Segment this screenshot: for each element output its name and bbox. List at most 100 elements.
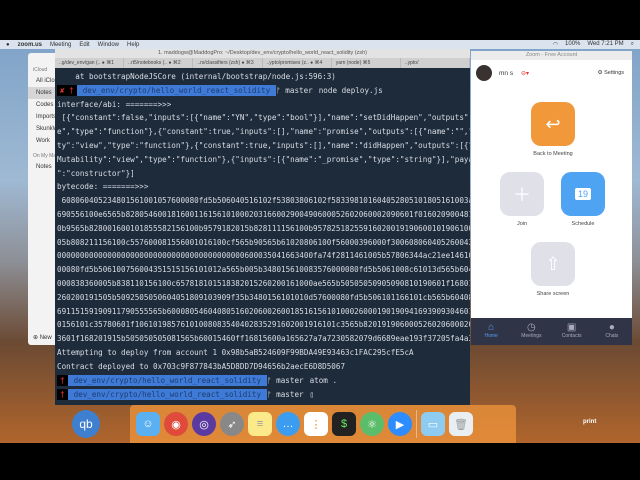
clock[interactable]: Wed 7:21 PM <box>587 41 623 48</box>
prompt-command: node deploy.js <box>318 86 383 96</box>
schedule-label: Schedule <box>571 221 595 227</box>
trash-icon[interactable]: 🗑 <box>449 412 473 436</box>
new-folder-label: New <box>39 335 52 341</box>
home-icon: ⌂ <box>488 322 495 333</box>
spotlight-icon[interactable]: ⌕ <box>631 41 634 48</box>
chrome-icon[interactable]: ◉ <box>164 412 188 436</box>
terminal-line: 3601f168201915b505050505081565b60015460f… <box>57 334 470 344</box>
terminal-line: [{"constant":false,"inputs":[{"name":"YN… <box>61 113 470 123</box>
settings-label: Settings <box>604 70 624 76</box>
menu-meeting[interactable]: Meeting <box>50 42 71 48</box>
menu-window[interactable]: Window <box>98 42 119 48</box>
desktop-file-print[interactable]: print <box>583 419 596 425</box>
menu-app-name[interactable]: zoom.us <box>18 42 42 48</box>
back-to-meeting-button[interactable]: ↩ <box>531 102 575 146</box>
prompt-command: ▯ <box>309 389 315 399</box>
avatar[interactable] <box>476 65 492 81</box>
user-name[interactable]: mn s <box>499 70 513 77</box>
siri-icon[interactable]: ◎ <box>192 412 216 436</box>
new-folder-button[interactable]: ⊕ New <box>33 334 52 341</box>
terminal-line: 69115159190911790555565b6000805460408051… <box>57 306 470 316</box>
terminal-line: 00080fd5b506100756004351515156101012a565… <box>57 265 470 275</box>
terminal-output[interactable]: at bootstrapNodeJSCore (internal/bootstr… <box>57 70 470 401</box>
nav-home[interactable]: ⌂ Home <box>471 318 511 345</box>
battery-text[interactable]: 100% <box>565 41 580 48</box>
notes-app-icon[interactable]: ≡ <box>248 412 272 436</box>
terminal-tab[interactable]: ..rt5/notebooks (.. ● ⌘2 <box>124 58 194 68</box>
terminal-app-icon[interactable]: $ <box>332 412 356 436</box>
launchpad-icon[interactable]: ➶ <box>220 412 244 436</box>
terminal-title: 1. maddogw@MaddogPro: ~/Desktop/dev_env/… <box>55 49 470 58</box>
zoom-title: Zoom - Free Account <box>471 51 632 60</box>
nav-label: Chats <box>605 333 619 339</box>
terminal-line: bytecode: =======>>> <box>57 182 149 192</box>
terminal-tab[interactable]: ..ypto/promises (z.. ● ⌘4 <box>263 58 332 68</box>
terminal-tabs: ..g/dev_env/gan (.. ● ⌘1 ..rt5/notebooks… <box>55 58 471 68</box>
share-icon: ⇧ <box>545 253 561 274</box>
share-screen-button[interactable]: ⇧ <box>531 242 575 286</box>
status-icon[interactable]: ⊖▾ <box>521 70 529 77</box>
nav-label: Meetings <box>521 333 542 339</box>
finder-icon[interactable]: ☺ <box>136 412 160 436</box>
terminal-line: 260200191505b5092505050604051809103909f3… <box>57 292 470 302</box>
messages-icon[interactable]: … <box>276 412 300 436</box>
prompt-branch: ᚠ master <box>276 86 313 96</box>
join-button[interactable]: ＋ <box>500 172 544 216</box>
prompt-status: † <box>57 374 68 386</box>
chat-icon: ● <box>608 322 615 333</box>
prompt-status: ✘ † <box>57 85 77 97</box>
terminal-line: 0000000000000000000000000000000000000000… <box>57 251 470 261</box>
settings-button[interactable]: ⚙ Settings <box>598 70 624 76</box>
terminal-window[interactable]: 1. maddogw@MaddogPro: ~/Desktop/dev_env/… <box>55 49 471 405</box>
terminal-tab[interactable]: yarn (node) ⌘5 <box>332 58 401 68</box>
zoom-app-icon[interactable]: ▶ <box>388 412 412 436</box>
nav-contacts[interactable]: ▣ Contacts <box>552 318 592 345</box>
terminal-tab[interactable]: ..ypto/ <box>401 58 471 68</box>
zoom-nav: ⌂ Home ◷ Meetings ▣ Contacts ● Chats <box>471 318 632 345</box>
prompt-path: dev_env/crypto/hello_world_react_solidit… <box>67 388 268 400</box>
contacts-icon: ▣ <box>566 322 577 333</box>
terminal-line: 608060405234801561001057600080fd5b506040… <box>61 196 470 206</box>
wifi-icon[interactable]: ◠ <box>553 41 558 48</box>
terminal-line: ":"constructor"}] <box>57 168 135 178</box>
terminal-line: Contract deployed to 0x703c9F877843bA5D8… <box>57 361 346 371</box>
apple-icon[interactable]: ● <box>6 42 10 48</box>
gear-icon: ⚙ <box>597 70 603 76</box>
prompt-path: dev_env/crypto/hello_world_react_solidit… <box>76 85 277 97</box>
reply-arrow-icon: ↩ <box>545 113 561 134</box>
prompt-status: † <box>57 388 68 400</box>
terminal-line: 0b9565b828001600101855582156100b95791820… <box>57 223 470 233</box>
prompt-branch: ᚠ master <box>267 375 304 385</box>
plus-icon: ＋ <box>513 185 531 205</box>
nav-meetings[interactable]: ◷ Meetings <box>511 318 551 345</box>
reminders-icon[interactable]: ⋮ <box>304 412 328 436</box>
prompt-branch: ᚠ master <box>267 389 304 399</box>
dock-divider <box>416 410 417 438</box>
prompt-line: ✘ † dev_env/crypto/hello_world_react_soli… <box>57 84 470 98</box>
back-label: Back to Meeting <box>533 151 573 157</box>
terminal-line: Attempting to deploy from account 1 0x98… <box>57 347 414 357</box>
terminal-line: 05b808211156100c557600081556001016100cf5… <box>57 237 470 247</box>
qbittorrent-icon[interactable]: qb <box>72 410 100 438</box>
schedule-button[interactable]: 19 <box>561 172 605 216</box>
nav-label: Contacts <box>561 333 582 339</box>
share-label: Share screen <box>536 291 570 297</box>
terminal-line: at bootstrapNodeJSCore (internal/bootstr… <box>57 72 336 81</box>
dock: ☺ ◉ ◎ ➶ ≡ … ⋮ $ ⚛ ▶ ▭ 🗑 <box>130 405 516 443</box>
terminal-line: 690556100e6565b8280546001816001161561010… <box>57 209 470 219</box>
menu-edit[interactable]: Edit <box>79 42 89 48</box>
prompt-path: dev_env/crypto/hello_world_react_solidit… <box>67 374 268 386</box>
clock-icon: ◷ <box>527 322 536 333</box>
terminal-line: interface/abi: =======>>> <box>57 99 172 109</box>
terminal-tab[interactable]: ..rs/classifiers (zsh) ● ⌘3 <box>193 58 263 68</box>
nav-chats[interactable]: ● Chats <box>592 318 632 345</box>
prompt-command: atom . <box>309 375 338 385</box>
folder-icon[interactable]: ▭ <box>421 412 445 436</box>
prompt-line: † dev_env/crypto/hello_world_react_solidi… <box>57 374 470 388</box>
terminal-tab[interactable]: ..g/dev_env/gan (.. ● ⌘1 <box>55 58 125 68</box>
menu-help[interactable]: Help <box>127 42 139 48</box>
atom-icon[interactable]: ⚛ <box>360 412 384 436</box>
terminal-line: Mutability":"view","type":"function"},{"… <box>57 154 470 164</box>
zoom-window: Zoom - Free Account mn s ⊖▾ ⚙ Settings ↩… <box>471 51 632 345</box>
terminal-line: e","type":"function"},{"constant":true,"… <box>57 127 470 137</box>
